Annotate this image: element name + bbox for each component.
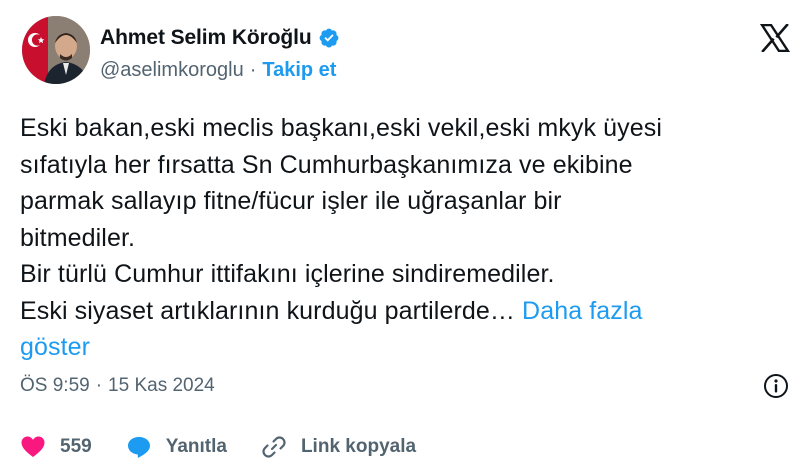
tweet-text-line: Bir türlü Cumhur ittifakını içlerine sin… <box>20 260 555 288</box>
heart-icon <box>21 436 45 457</box>
reply-label: Yanıtla <box>165 436 227 457</box>
reply-button[interactable]: Yanıtla <box>126 435 227 459</box>
author-name-row: Ahmet Selim Köroğlu <box>100 23 340 53</box>
like-count: 559 <box>60 436 92 457</box>
show-more-link[interactable]: Daha fazla <box>522 297 643 325</box>
info-icon[interactable] <box>763 373 789 399</box>
author-handle[interactable]: @aselimkoroglu <box>100 59 244 82</box>
tweet-text-line: bitmediler. <box>20 223 136 252</box>
author-handle-row: @aselimkoroglu · Takip et <box>100 56 336 84</box>
tweet-text-line: Eski bakan,eski meclis başkanı,eski veki… <box>20 114 663 142</box>
tweet-date: 15 Kas 2024 <box>108 375 215 396</box>
link-icon <box>262 436 286 458</box>
like-button[interactable]: 559 <box>20 435 92 459</box>
tweet-text-last-line: Eski siyaset artıklarının kurduğu partil… <box>20 293 790 330</box>
follow-button[interactable]: Takip et <box>262 59 336 82</box>
x-logo-icon[interactable] <box>759 23 791 53</box>
tweet-text-truncated: Eski siyaset artıklarının kurduğu partil… <box>20 296 523 325</box>
tweet-text-line: sıfatıyla her fırsatta Sn Cumhurbaşkanım… <box>20 150 633 179</box>
tweet-text-line: parmak sallayıp fitne/fücur işler ile uğ… <box>20 187 562 215</box>
handle-separator: · <box>249 58 257 81</box>
verified-badge-icon[interactable] <box>318 27 340 49</box>
tweet-time: ÖS 9:59 <box>20 375 90 396</box>
show-more-link-continued[interactable]: göster <box>20 329 790 366</box>
copy-link-label: Link kopyala <box>300 436 417 457</box>
timestamp-separator: · <box>95 375 103 396</box>
avatar-photo <box>22 16 90 84</box>
copy-link-button[interactable]: Link kopyala <box>261 434 416 460</box>
reply-bubble-icon <box>127 437 150 458</box>
tweet-text: Eski bakan,eski meclis başkanı,eski veki… <box>20 110 790 366</box>
author-display-name[interactable]: Ahmet Selim Köroğlu <box>100 26 312 50</box>
avatar[interactable] <box>22 16 90 84</box>
tweet-timestamp[interactable]: ÖS 9:59 · 15 Kas 2024 <box>20 372 215 400</box>
tweet-actions: 559 Yanıtla Link kopyala <box>20 430 450 460</box>
